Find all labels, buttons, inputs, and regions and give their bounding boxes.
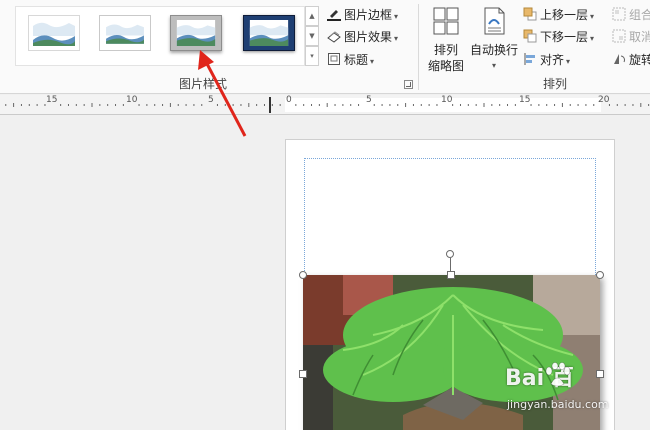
landscape-icon — [176, 20, 216, 46]
send-backward-icon — [523, 29, 537, 43]
chevron-down-icon: ▾ — [590, 12, 595, 21]
gallery-scroll-up-button[interactable]: ▲ — [305, 6, 319, 26]
wrap-text-icon — [484, 7, 505, 35]
chevron-down-icon: ▾ — [370, 57, 375, 66]
bring-forward-button[interactable]: 上移一层 ▾ — [523, 6, 594, 24]
resize-handle-top[interactable] — [447, 271, 455, 279]
resize-handle-left[interactable] — [299, 370, 307, 378]
picture-effects-button[interactable]: 图片效果 ▾ — [327, 28, 398, 46]
picture-style-dark-frame[interactable] — [243, 15, 295, 51]
chevron-down-icon: ▾ — [394, 34, 399, 43]
group-separator — [418, 4, 419, 90]
rotate-button[interactable]: 旋转 — [612, 51, 650, 69]
rotate-label: 旋转 — [629, 53, 650, 67]
arrange-thumbnails-label-1: 排列 — [433, 43, 458, 57]
align-label: 对齐 — [540, 53, 565, 67]
caption-button[interactable]: 标题 ▾ — [327, 51, 374, 69]
arrange-thumbnails-button[interactable]: 排列 缩略图 — [427, 6, 465, 74]
ruler-label: 5 — [366, 95, 372, 105]
ungroup-objects-icon — [612, 29, 626, 43]
gallery-scroll-down-button[interactable]: ▼ — [305, 26, 319, 46]
gallery-more-button[interactable]: ▾ — [305, 46, 319, 66]
pencil-border-icon — [327, 10, 341, 21]
chevron-down-icon: ▾ — [394, 12, 399, 21]
watermark-site: jingyan.baidu.com — [507, 398, 609, 411]
group-label: 组合 — [629, 8, 650, 22]
align-button[interactable]: 对齐 ▾ — [523, 51, 570, 69]
picture-style-white-frame[interactable] — [99, 15, 151, 51]
picture-style-gallery — [15, 6, 305, 66]
picture-border-label: 图片边框 — [344, 8, 393, 22]
send-backward-button[interactable]: 下移一层 ▾ — [523, 28, 594, 46]
ribbon: ▲ ▼ ▾ 图片边框 ▾ 图片效果 ▾ 标题 ▾ 图片样式 排列 缩略图 自动换行 ▾… — [0, 0, 650, 94]
rotation-handle[interactable] — [446, 250, 454, 258]
arrange-thumbnails-label-2: 缩略图 — [427, 59, 464, 73]
picture-style-shadow-selected[interactable] — [170, 15, 222, 51]
horizontal-ruler[interactable]: 15 10 5 0 5 10 15 20 — [0, 95, 650, 115]
picture-effects-label: 图片效果 — [344, 30, 393, 44]
send-backward-label: 下移一层 — [540, 30, 589, 44]
ruler-label: 10 — [126, 95, 138, 105]
landscape-icon — [104, 19, 146, 47]
resize-handle-top-right[interactable] — [596, 271, 604, 279]
bring-forward-label: 上移一层 — [540, 8, 589, 22]
group-button[interactable]: 组合 — [612, 6, 650, 24]
landscape-icon — [29, 16, 79, 50]
ruler-label: 15 — [519, 95, 531, 105]
baidu-watermark: Bai 百 jingyan.baidu.com — [505, 360, 645, 420]
wrap-text-label: 自动换行 — [469, 43, 518, 57]
ruler-label: 20 — [598, 95, 610, 105]
dialog-launcher-icon[interactable] — [404, 80, 413, 89]
wrap-text-button[interactable]: 自动换行 ▾ — [469, 6, 519, 74]
align-icon — [524, 53, 535, 65]
paw-logo-icon — [545, 362, 571, 387]
picture-styles-group-label: 图片样式 — [179, 77, 228, 91]
landscape-icon — [249, 20, 289, 46]
arrange-group-label: 排列 — [543, 77, 568, 91]
group-objects-icon — [612, 7, 626, 21]
resize-handle-top-left[interactable] — [299, 271, 307, 279]
thumbnail-grid-icon — [433, 7, 459, 35]
picture-effects-icon — [327, 31, 341, 43]
ruler-label: 10 — [441, 95, 453, 105]
caption-icon — [328, 53, 340, 65]
picture-style-simple[interactable] — [28, 15, 80, 51]
rotate-icon — [614, 54, 626, 64]
ruler-label: 15 — [46, 95, 58, 105]
bring-forward-icon — [523, 7, 537, 21]
chevron-down-icon: ▾ — [590, 34, 595, 43]
ruler-ticks — [5, 97, 650, 113]
ungroup-button[interactable]: 取消 — [612, 28, 650, 46]
picture-border-button[interactable]: 图片边框 ▾ — [327, 6, 398, 24]
chevron-down-icon: ▾ — [491, 61, 496, 70]
ruler-label: 5 — [208, 95, 214, 105]
ruler-label: 0 — [286, 95, 292, 105]
chevron-down-icon: ▾ — [566, 57, 571, 66]
gallery-scroll: ▲ ▼ ▾ — [305, 6, 319, 66]
caption-label: 标题 — [344, 53, 369, 67]
ungroup-label: 取消 — [629, 30, 650, 44]
